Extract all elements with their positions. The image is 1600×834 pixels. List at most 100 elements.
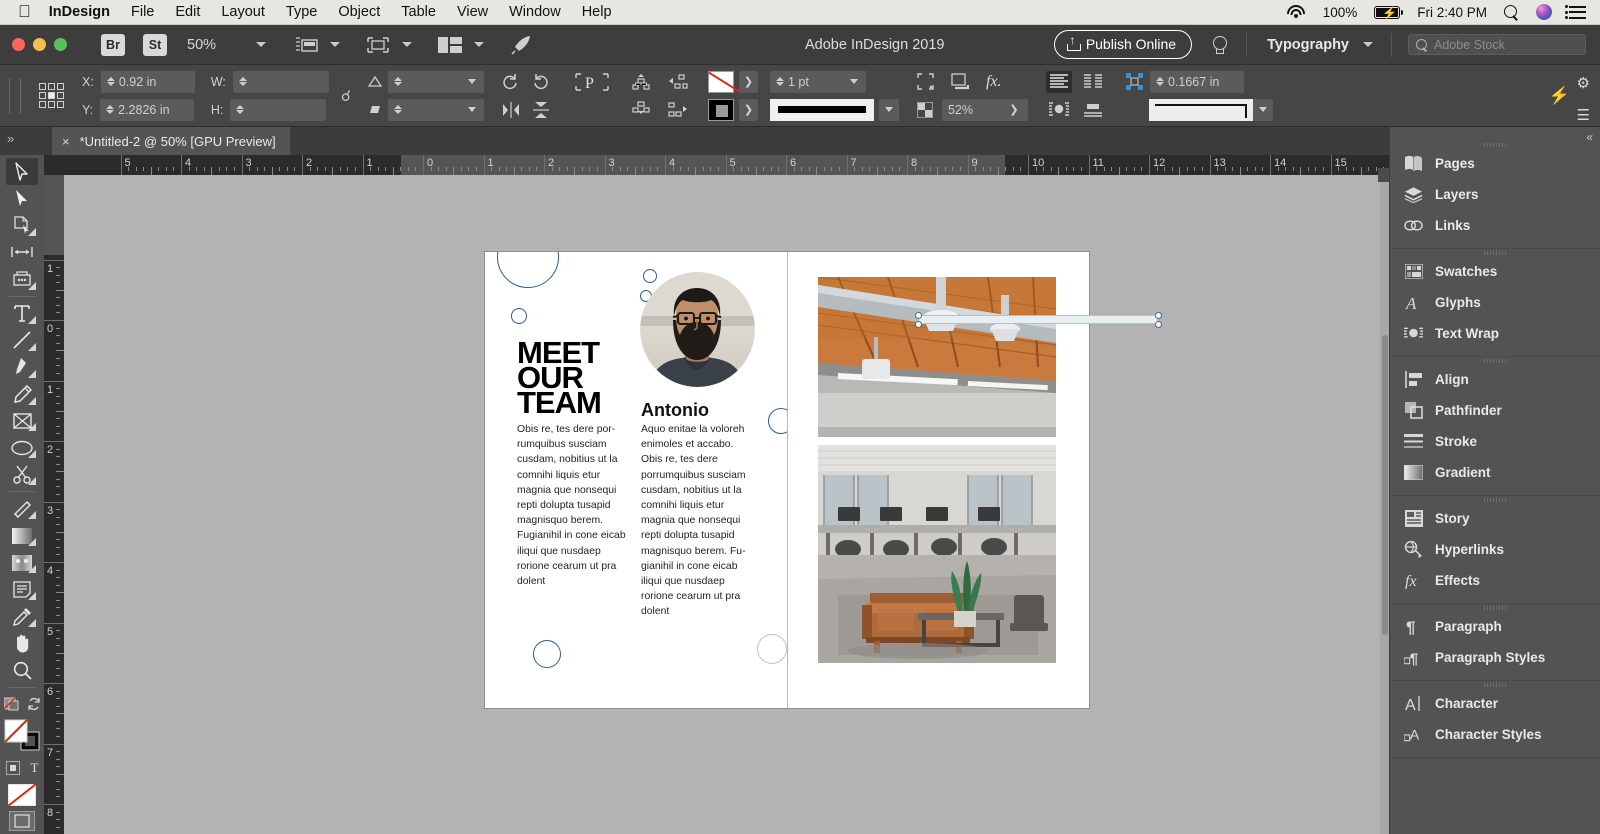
corner-shape-chevron-down-icon[interactable] (1258, 107, 1267, 112)
eyedropper-tool[interactable] (6, 603, 38, 630)
corner-shape-dropdown[interactable] (1252, 98, 1273, 121)
w-stepper[interactable] (238, 77, 247, 86)
panel-menu-icon[interactable]: ☰ (1577, 106, 1590, 124)
zoom-level-chevron-down-icon[interactable] (256, 42, 267, 47)
formatting-affects-text-icon[interactable]: T (31, 760, 39, 776)
menu-view[interactable]: View (457, 4, 488, 20)
paragraph-p-frame-icon[interactable]: P (574, 72, 610, 92)
close-window-button[interactable] (12, 38, 25, 51)
selection-handle[interactable] (1155, 321, 1162, 328)
gradient-swatch-tool[interactable] (6, 522, 38, 549)
effects-fx-button[interactable]: fx. (986, 73, 1002, 91)
select-previous-object-button[interactable] (668, 73, 688, 90)
rotate-90-clockwise-button[interactable] (502, 73, 519, 90)
select-content-down-button[interactable] (632, 101, 650, 118)
scale-x-stepper[interactable] (393, 77, 402, 86)
text-align-bottom-button[interactable] (1080, 99, 1106, 121)
ellipse-tool[interactable] (6, 434, 38, 461)
page-title[interactable]: MEET OUR TEAM (517, 337, 602, 418)
panel-item-glyphs[interactable]: A Glyphs (1390, 287, 1600, 318)
apply-none-swatch[interactable] (4, 782, 40, 808)
menu-object[interactable]: Object (338, 4, 380, 20)
control-panel-drag-grip[interactable] (9, 77, 21, 114)
direct-selection-tool[interactable] (6, 185, 38, 212)
panel-group-grip[interactable] (1484, 143, 1506, 147)
panel-item-stroke[interactable]: Stroke (1390, 426, 1600, 457)
formatting-affects-row[interactable]: T (2, 755, 42, 782)
menu-edit[interactable]: Edit (175, 4, 200, 20)
opacity-menu-button[interactable]: ❯ (1006, 99, 1022, 121)
height-input[interactable] (230, 98, 327, 121)
gear-icon[interactable]: ⚙ (1577, 74, 1590, 92)
portrait-photo-antonio[interactable] (640, 272, 755, 387)
stroke-weight-chevron-down-icon[interactable] (849, 79, 858, 84)
rectangle-frame-tool[interactable] (6, 408, 38, 435)
gradient-feather-tool[interactable] (6, 549, 38, 576)
menu-type[interactable]: Type (286, 4, 317, 20)
view-options-icon[interactable] (366, 36, 390, 54)
scale-y-stepper[interactable] (393, 105, 402, 114)
rotate-90-counterclockwise-button[interactable] (532, 73, 549, 90)
publish-online-button[interactable]: Publish Online (1053, 30, 1193, 59)
fill-stroke-proxy[interactable] (1, 718, 43, 755)
stroke-weight-input[interactable]: 1 pt (769, 70, 866, 93)
stroke-style-dropdown[interactable] (878, 98, 899, 121)
document-tab[interactable]: × *Untitled-2 @ 50% [GPU Preview] (52, 127, 290, 155)
panel-item-character[interactable]: A Character (1390, 688, 1600, 719)
panel-item-story[interactable]: Story (1390, 503, 1600, 534)
screen-mode-icon[interactable] (296, 36, 318, 54)
workspace-switcher-label[interactable]: Typography (1267, 37, 1349, 53)
panel-item-align[interactable]: Align (1390, 364, 1600, 395)
adobe-stock-search-input[interactable]: Adobe Stock (1408, 34, 1586, 55)
person-name[interactable]: Antonio (641, 400, 709, 421)
text-wrap-around-button[interactable] (1046, 99, 1072, 121)
panel-dock-resize-handle[interactable] (1378, 168, 1389, 182)
x-position-input[interactable]: 0.92 in (100, 70, 195, 93)
screen-mode-chevron-down-icon[interactable] (330, 42, 341, 47)
panel-group-grip[interactable] (1484, 606, 1506, 610)
panel-group-grip[interactable] (1484, 498, 1506, 502)
apply-color-none-row[interactable] (2, 691, 42, 718)
expand-panels-chevron-icon[interactable]: » (7, 131, 14, 146)
lightbulb-tips-icon[interactable] (1212, 35, 1228, 54)
text-frame-columns-1-button[interactable] (1045, 70, 1072, 93)
workspace-chevron-down-icon[interactable] (1363, 42, 1373, 47)
battery-charging-icon[interactable]: ⚡ (1374, 5, 1404, 20)
maximize-window-button[interactable] (54, 38, 67, 51)
width-input[interactable] (232, 70, 329, 93)
corner-shape-preview[interactable] (1148, 98, 1253, 121)
type-tool[interactable] (6, 300, 38, 327)
y-stepper[interactable] (106, 105, 115, 114)
gap-tool[interactable] (6, 239, 38, 266)
selection-handle[interactable] (915, 312, 922, 319)
page-left[interactable]: MEET OUR TEAM Antonio Obis re, tes dere … (485, 252, 787, 708)
fill-swatch-menu-button[interactable]: ❯ (738, 70, 758, 93)
pencil-tool[interactable] (6, 381, 38, 408)
menu-app-name[interactable]: InDesign (49, 4, 110, 20)
select-container-up-button[interactable] (632, 73, 650, 90)
panel-group-grip[interactable] (1484, 683, 1506, 687)
zoom-level-value[interactable]: 50% (187, 37, 216, 53)
view-options-chevron-down-icon[interactable] (402, 42, 413, 47)
office-lounge-photo[interactable] (818, 445, 1056, 663)
constrain-proportions-chain-icon[interactable]: ☌ (341, 87, 351, 105)
corner-radius-input[interactable]: 0.1667 in (1149, 70, 1244, 93)
stroke-style-chevron-down-icon[interactable] (884, 107, 893, 112)
flip-horizontal-button[interactable] (502, 101, 520, 118)
document-canvas[interactable]: MEET OUR TEAM Antonio Obis re, tes dere … (64, 175, 1389, 834)
corner-options-button[interactable] (917, 73, 934, 90)
menu-help[interactable]: Help (582, 4, 612, 20)
h-stepper[interactable] (236, 105, 245, 114)
minimize-window-button[interactable] (33, 38, 46, 51)
panel-item-links[interactable]: Links (1390, 210, 1600, 241)
scale-x-chevron-down-icon[interactable] (467, 79, 476, 84)
horizontal-ruler[interactable]: 5 4 3 2 1 0 1 2 3 4 5 6 7 8 9 10 11 12 13 14 15 (44, 155, 1389, 175)
vertical-ruler[interactable]: 1 0 1 2 3 4 5 6 7 8 (44, 175, 64, 834)
menu-window[interactable]: Window (509, 4, 561, 20)
selected-object-bar[interactable] (918, 315, 1158, 324)
opacity-input[interactable]: 52% ❯ (941, 98, 1028, 121)
fill-color-swatch[interactable] (707, 70, 734, 93)
x-stepper[interactable] (106, 77, 115, 86)
panel-group-grip[interactable] (1484, 359, 1506, 363)
scissors-tool[interactable] (6, 461, 38, 488)
